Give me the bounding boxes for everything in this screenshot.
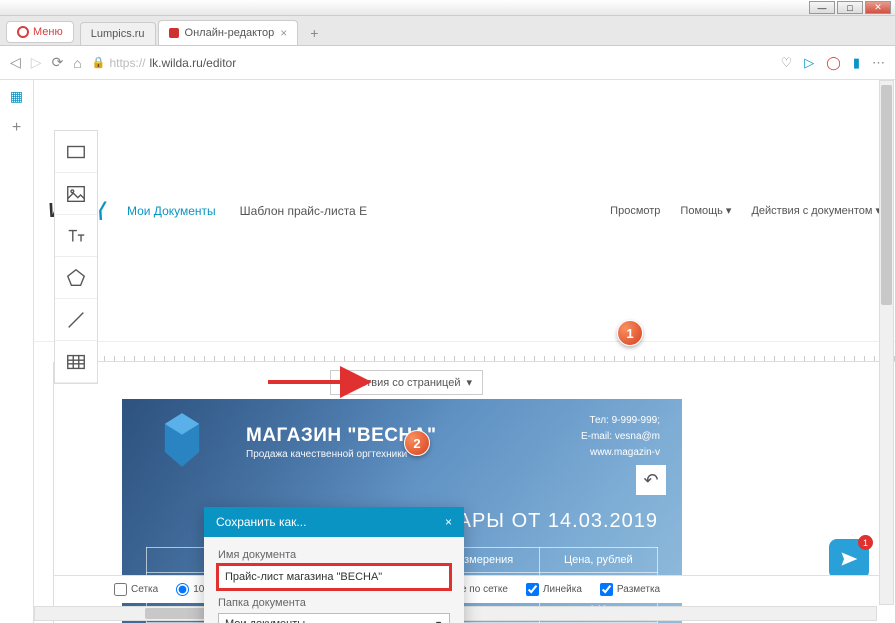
col-price: Цена, рублей <box>539 548 657 573</box>
window-minimize[interactable]: — <box>809 1 835 14</box>
new-tab-button[interactable]: + <box>300 21 328 45</box>
tab-editor[interactable]: Онлайн-редактор × <box>158 20 299 45</box>
reload-icon[interactable]: ⟳ <box>52 54 64 71</box>
opera-icon <box>17 26 29 38</box>
opera-menu-button[interactable]: Меню <box>6 21 74 43</box>
bookmark-icon[interactable]: ♡ <box>781 55 793 71</box>
preview-link[interactable]: Просмотр <box>610 204 660 217</box>
annotation-arrow <box>268 370 378 399</box>
tool-polygon[interactable] <box>55 257 97 299</box>
doc-contact: Тел: 9-999-999; E-mail: vesna@m www.maga… <box>581 413 660 461</box>
app-topbar: Wilda⟨ Мои Документы Шаблон прайс-листа … <box>34 80 895 342</box>
url-text: lk.wilda.ru/editor <box>150 56 237 70</box>
lock-icon: 🔒 <box>92 56 106 69</box>
grid-checkbox[interactable]: Сетка <box>114 583 158 596</box>
tool-line[interactable] <box>55 299 97 341</box>
sidebar-icon[interactable]: ▦ <box>10 88 23 105</box>
home-icon[interactable]: ⌂ <box>73 55 81 71</box>
content: ▦ + Wilda⟨ Мои Документы Шаблон прайс-ли… <box>0 80 895 623</box>
sidebar-add-icon[interactable]: + <box>12 119 21 137</box>
folder-label: Папка документа <box>218 597 450 609</box>
scrollbar-vertical[interactable] <box>879 80 894 605</box>
tool-text[interactable] <box>55 215 97 257</box>
address-bar: ◁ ▷ ⟳ ⌂ 🔒 https:// lk.wilda.ru/editor ♡ ▷… <box>0 46 895 80</box>
tab-lumpics[interactable]: Lumpics.ru <box>80 22 156 45</box>
chevron-down-icon: ▾ <box>726 204 732 217</box>
folder-value: Мои документы <box>225 618 305 623</box>
dialog-header: Сохранить как... × <box>204 507 464 537</box>
tool-rectangle[interactable] <box>55 131 97 173</box>
url-field[interactable]: 🔒 https:// lk.wilda.ru/editor <box>92 56 771 70</box>
tools-palette <box>54 130 98 384</box>
template-name: Шаблон прайс-листа E <box>240 204 367 218</box>
blocker-icon[interactable]: ◯ <box>826 55 841 71</box>
doc-logo <box>160 411 204 469</box>
url-prefix: https:// <box>109 56 145 70</box>
tab-label: Онлайн-редактор <box>185 27 275 39</box>
ruler-checkbox[interactable]: Линейка <box>526 583 582 596</box>
tool-image[interactable] <box>55 173 97 215</box>
shield-icon[interactable]: ▷ <box>804 55 814 71</box>
undo-button[interactable]: ↶ <box>636 465 666 495</box>
menu-label: Меню <box>33 26 63 38</box>
forward-icon[interactable]: ▷ <box>31 54 42 71</box>
tab-label: Lumpics.ru <box>91 28 145 40</box>
fab-badge: 1 <box>858 535 873 550</box>
window-chrome: — □ ✕ <box>0 0 895 16</box>
scrollbar-thumb[interactable] <box>881 85 892 305</box>
mydocs-link[interactable]: Мои Документы <box>127 204 216 218</box>
dialog-title: Сохранить как... <box>216 515 306 529</box>
dialog-close-icon[interactable]: × <box>445 515 452 529</box>
dialog-body: Имя документа Папка документа Мои докуме… <box>204 537 464 623</box>
ruler-horizontal <box>54 342 895 362</box>
browser-tabs-bar: Меню Lumpics.ru Онлайн-редактор × + <box>0 16 895 46</box>
window-close[interactable]: ✕ <box>865 1 891 14</box>
document-name-input[interactable] <box>218 565 450 589</box>
tool-table[interactable] <box>55 341 97 383</box>
chevron-down-icon: ▼ <box>434 619 443 623</box>
window-maximize[interactable]: □ <box>837 1 863 14</box>
save-as-dialog: Сохранить как... × Имя документа Папка д… <box>204 507 464 623</box>
bottom-bar: Сетка 10px 20px 40px 80px Движение по се… <box>54 575 887 603</box>
contact-tel: Тел: 9-999-999; <box>581 413 660 429</box>
back-icon[interactable]: ◁ <box>10 54 21 71</box>
tab-close-icon[interactable]: × <box>280 26 287 40</box>
name-label: Имя документа <box>218 549 450 561</box>
browser-sidebar: ▦ + <box>0 80 34 623</box>
chevron-down-icon: ▾ <box>466 376 472 389</box>
doc-actions-menu[interactable]: Действия с документом ▾ <box>751 204 881 217</box>
contact-email: E-mail: vesna@m <box>581 429 660 445</box>
help-menu[interactable]: Помощь ▾ <box>680 204 731 217</box>
app-main: Wilda⟨ Мои Документы Шаблон прайс-листа … <box>34 80 895 623</box>
send-fab[interactable]: 1 <box>829 539 869 579</box>
wilda-favicon <box>169 28 179 38</box>
contact-site: www.magazin-v <box>581 445 660 461</box>
menu-icon[interactable]: ⋯ <box>872 55 885 71</box>
callout-1: 1 <box>617 320 643 346</box>
ext-icon[interactable]: ▮ <box>853 55 860 71</box>
folder-select[interactable]: Мои документы ▼ <box>218 613 450 623</box>
layout-checkbox[interactable]: Разметка <box>600 583 660 596</box>
ruler-vertical <box>34 362 54 623</box>
callout-2: 2 <box>404 430 430 456</box>
addr-actions: ♡ ▷ ◯ ▮ ⋯ <box>781 55 885 71</box>
topbar-right: Просмотр Помощь ▾ Действия с документом … <box>610 204 881 217</box>
